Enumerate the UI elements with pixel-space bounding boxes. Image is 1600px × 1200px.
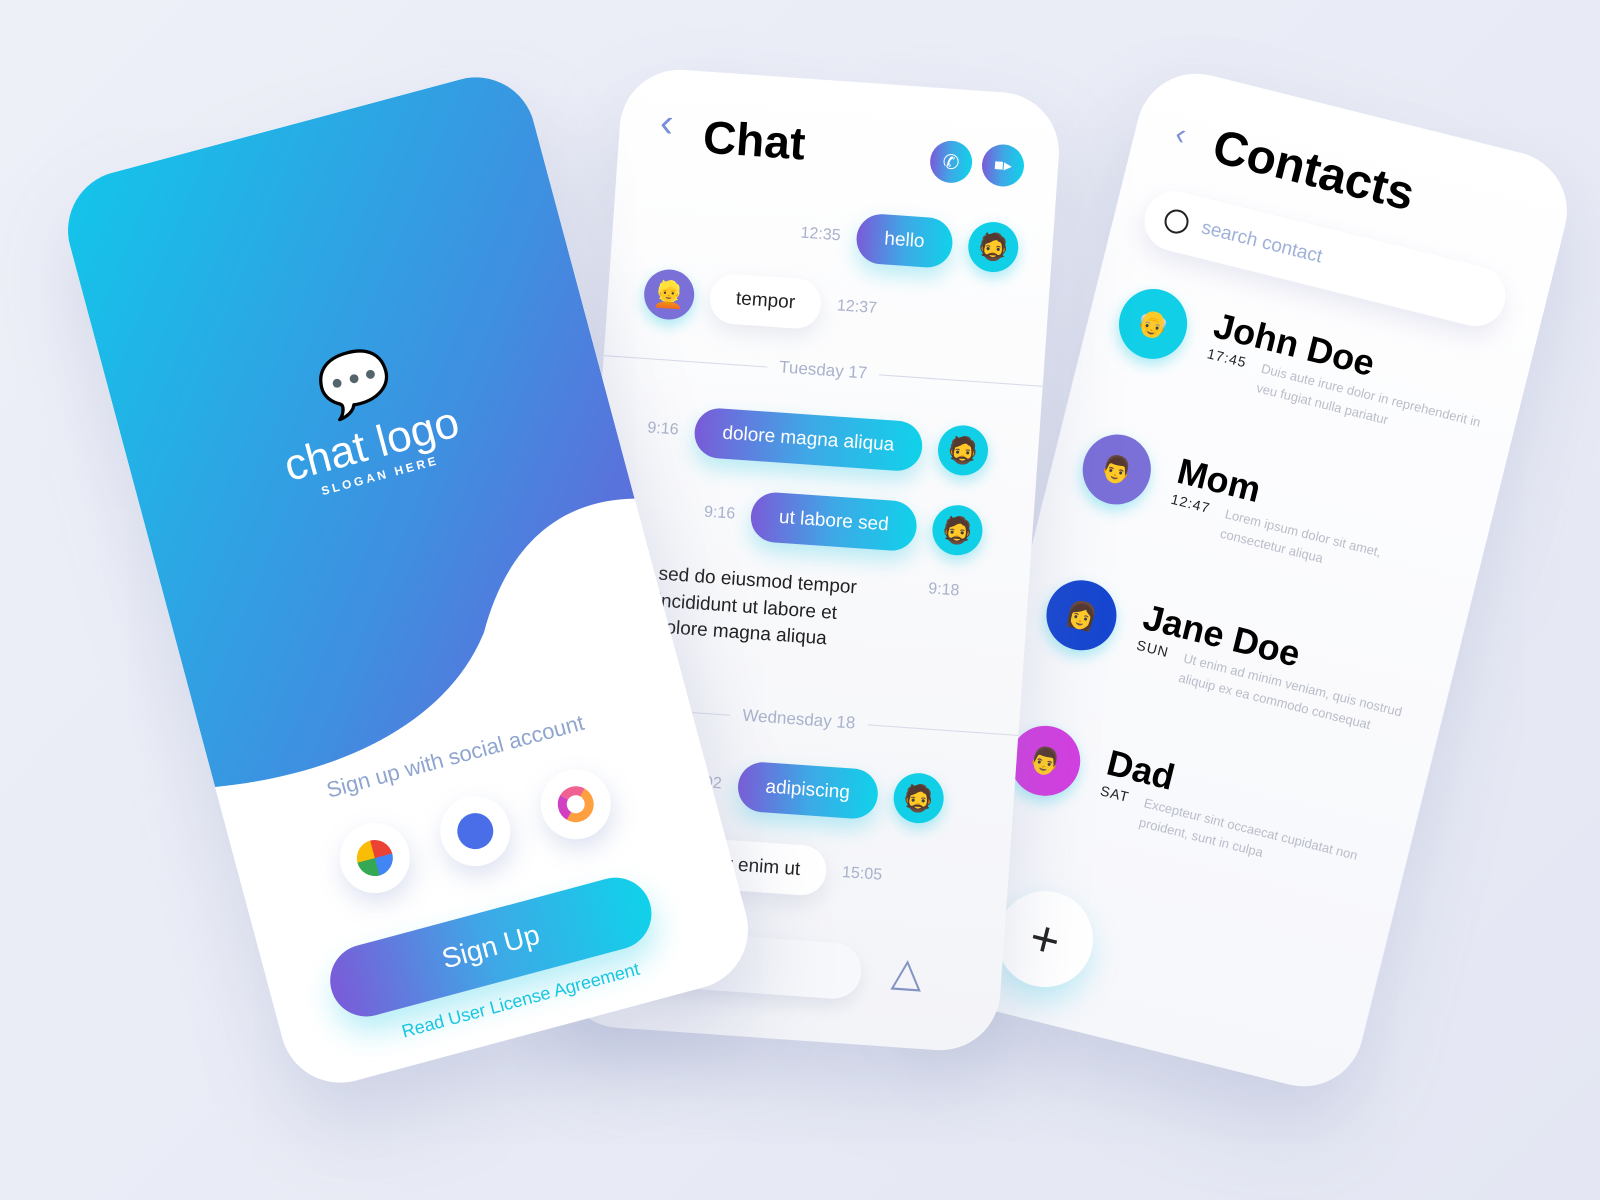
message-bubble: dolore magna aliqua	[692, 406, 924, 473]
search-icon	[1161, 207, 1192, 237]
message-time: 9:16	[703, 503, 736, 523]
avatar: 🧔	[930, 503, 985, 557]
page-title: Chat	[701, 110, 808, 170]
avatar: 🧔	[936, 423, 990, 478]
message-time: 12:37	[836, 297, 878, 318]
message-time: 15:05	[841, 864, 883, 884]
contact-time: SAT	[1098, 782, 1132, 805]
video-icon: ■▸	[993, 156, 1013, 176]
google-icon	[352, 836, 397, 881]
plus-icon: +	[1024, 908, 1066, 970]
back-chevron-icon[interactable]: ‹	[659, 101, 675, 147]
message-time: 9:16	[646, 419, 680, 439]
google-signup-button[interactable]	[331, 815, 418, 901]
send-button[interactable]: △	[890, 949, 924, 997]
send-icon: △	[889, 949, 924, 996]
message-time: 9:18	[927, 580, 960, 600]
phone-icon: ✆	[941, 150, 961, 174]
search-placeholder: search contact	[1199, 217, 1325, 268]
avatar: 👨	[1075, 427, 1159, 512]
message-bubble: tempor	[708, 272, 823, 331]
contact-time: SUN	[1135, 636, 1171, 661]
avatar: 👱	[642, 267, 696, 322]
call-button[interactable]: ✆	[928, 139, 974, 185]
avatar: 👴	[1111, 281, 1195, 367]
facebook-signup-button[interactable]	[432, 788, 519, 875]
video-call-button[interactable]: ■▸	[980, 143, 1026, 188]
message-bubble: sed do eiusmod tempor incididunt ut labo…	[654, 563, 858, 650]
message-bubble: ut labore sed	[749, 490, 919, 553]
message-bubble: hello	[854, 212, 955, 270]
message-bubble: adipiscing	[735, 760, 880, 821]
facebook-icon	[453, 809, 498, 854]
instagram-signup-button[interactable]	[532, 761, 619, 848]
back-chevron-icon[interactable]: ‹	[1172, 117, 1190, 152]
contact-time: 12:47	[1169, 490, 1213, 516]
contact-time: 17:45	[1205, 345, 1249, 371]
message-time: 12:35	[799, 224, 842, 245]
avatar: 🧔	[891, 771, 946, 825]
avatar: 🧔	[966, 220, 1020, 274]
instagram-icon	[553, 782, 598, 827]
